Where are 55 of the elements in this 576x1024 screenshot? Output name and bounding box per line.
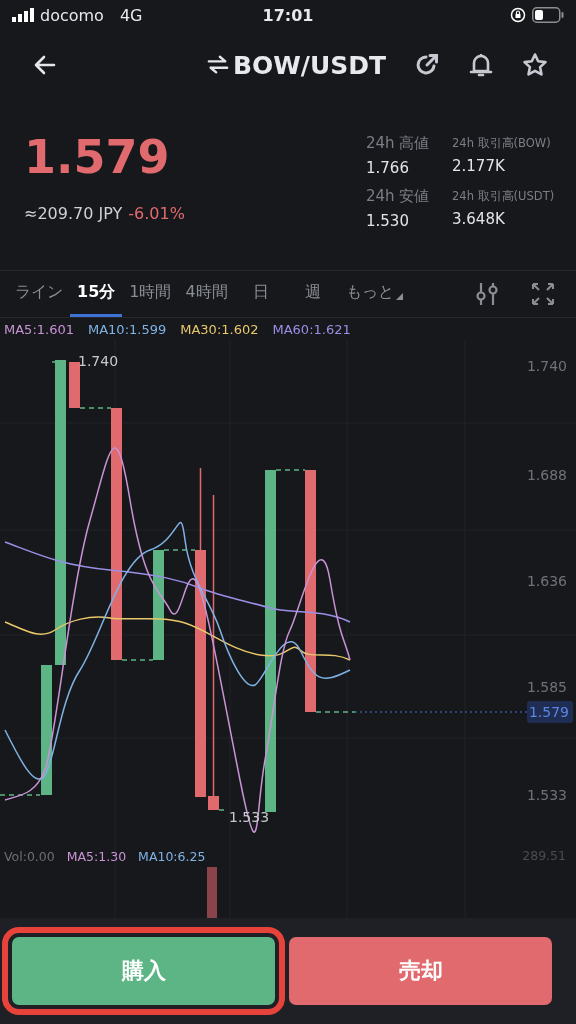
high-price-label: 1.740 xyxy=(78,353,119,369)
stat-value: 2.177K xyxy=(452,157,506,175)
volume-bar xyxy=(207,867,217,918)
volume-legend-label: MA5:1.30 xyxy=(66,849,127,864)
battery-icon xyxy=(532,7,564,23)
candlestick xyxy=(69,362,80,408)
stat-value: 1.530 xyxy=(366,212,410,230)
stat-label: 24h 取引高(USDT) xyxy=(452,188,556,204)
price-axis-label: 1.740 xyxy=(526,358,567,374)
ma-legend-label: MA5:1.601 xyxy=(4,321,74,337)
stat-value: 3.648K xyxy=(452,210,506,228)
volume-legend-label: Vol:0.00 xyxy=(4,849,55,864)
network-type: 4G xyxy=(119,5,143,25)
stat-label: 24h 高値 xyxy=(366,134,431,153)
fullscreen-icon[interactable] xyxy=(530,281,556,307)
last-price-tag: 1.579 xyxy=(527,701,573,723)
carrier-name: docomo xyxy=(40,5,104,25)
interval-tab[interactable]: もっと xyxy=(338,271,410,317)
dashed-level-line xyxy=(275,469,306,471)
price-change: -6.01% xyxy=(128,204,185,223)
dashed-level-line xyxy=(79,407,112,409)
clock-time: 17:01 xyxy=(262,5,314,25)
dashed-level-line xyxy=(218,809,227,811)
last-price: 1.579 xyxy=(24,130,171,184)
dropdown-corner-icon xyxy=(395,293,403,300)
interval-tab[interactable]: 1時間 xyxy=(122,271,179,317)
bell-icon[interactable] xyxy=(468,52,494,78)
ma-legend-label: MA30:1.602 xyxy=(180,321,259,337)
price-axis-label: 1.688 xyxy=(526,467,567,483)
interval-tab[interactable]: 15分 xyxy=(70,271,123,317)
stat-label: 24h 取引高(BOW) xyxy=(452,135,552,151)
interval-tab[interactable]: ライン xyxy=(8,271,70,317)
dashed-level-line xyxy=(163,549,196,551)
volume-legend-label: MA10:6.25 xyxy=(138,849,206,864)
ma-legend-label: MA60:1.621 xyxy=(272,321,351,337)
pair-title[interactable]: BOW/USDT xyxy=(232,50,386,80)
dashed-level-line xyxy=(121,659,154,661)
indicator-sliders-icon[interactable] xyxy=(474,281,500,307)
ma-legend-label: MA10:1.599 xyxy=(88,321,167,337)
interval-tab[interactable]: 週 xyxy=(286,271,339,317)
interval-tab[interactable]: 日 xyxy=(234,271,287,317)
star-icon[interactable] xyxy=(522,52,548,78)
interval-tab[interactable]: 4時間 xyxy=(178,271,235,317)
fiat-price: ≈209.70 JPY xyxy=(24,204,123,223)
dashed-level-line xyxy=(0,794,41,796)
price-axis-label: 1.585 xyxy=(526,679,567,695)
stat-value: 1.766 xyxy=(366,159,410,177)
price-axis-label: 1.533 xyxy=(526,787,567,803)
dashed-level-line xyxy=(315,711,356,713)
signal-icon xyxy=(12,8,34,22)
sell-button[interactable]: 売却 xyxy=(289,937,552,1005)
swap-arrows-icon[interactable] xyxy=(206,53,229,77)
stat-label: 24h 安値 xyxy=(366,187,431,206)
rotation-lock-icon xyxy=(510,7,526,23)
price-axis-label: 1.636 xyxy=(526,573,567,589)
